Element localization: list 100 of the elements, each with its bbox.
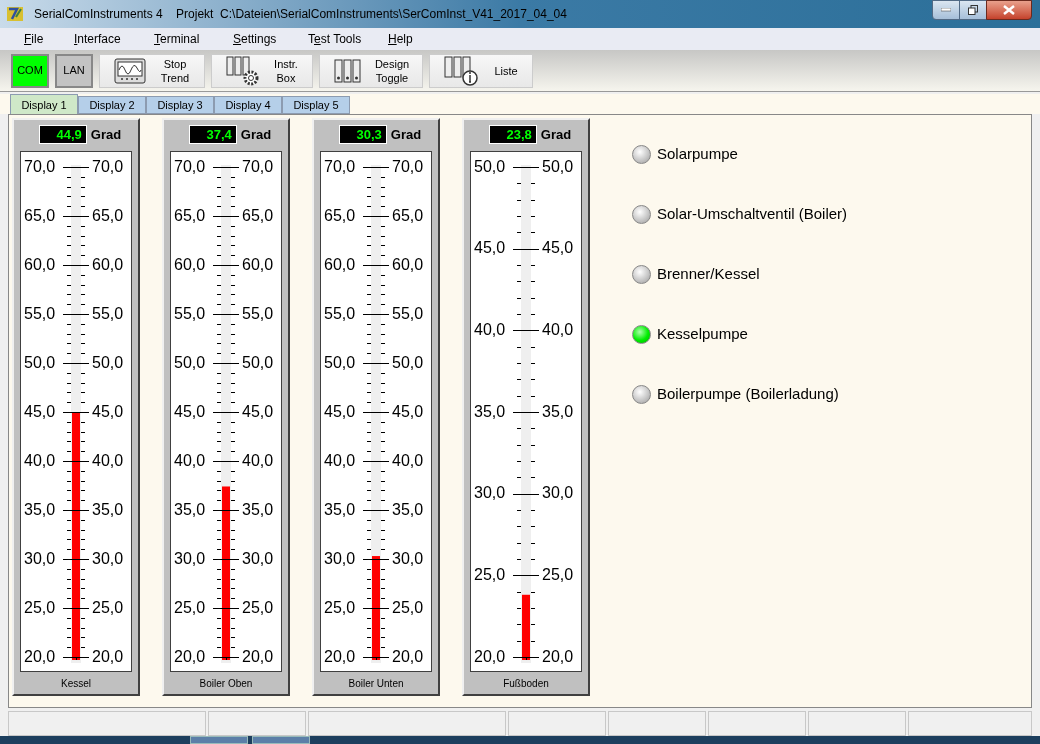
scale-label: 30,0 [242, 549, 274, 568]
scale-label: 60,0 [92, 255, 124, 274]
thermometer-name: Kessel [61, 676, 91, 691]
interface-toggle-button[interactable]: LAN [55, 53, 93, 88]
scale-label: 30,0 [174, 549, 206, 568]
toolbar-button[interactable]: Stop Trend [99, 53, 205, 88]
temperature-readout: 37,4 [188, 125, 237, 145]
thermometer-name: Fußboden [503, 676, 549, 691]
instruments-icon [334, 58, 362, 83]
scale-label: 35,0 [324, 500, 356, 519]
scale-label: 40,0 [324, 451, 356, 470]
scale-label: 50,0 [92, 353, 124, 372]
scale-label: 30,0 [92, 549, 124, 568]
toolbar-button[interactable]: Instr. Box [211, 53, 313, 88]
scale-label: 60,0 [174, 255, 206, 274]
scale-label: 35,0 [474, 402, 506, 421]
indicator-label: Solarpumpe [657, 143, 738, 164]
scale-label: 40,0 [392, 451, 424, 470]
scale-label: 50,0 [324, 353, 356, 372]
minimize-button[interactable] [932, 0, 960, 20]
indicator-label: Kesselpumpe [657, 323, 748, 344]
scale-label: 45,0 [174, 402, 206, 421]
tab[interactable]: Display 1 [10, 94, 78, 114]
instruments-info-icon [444, 55, 480, 86]
scale-label: 20,0 [242, 647, 274, 666]
indicator-label: Solar-Umschaltventil (Boiler) [657, 203, 848, 224]
scale-label: 30,0 [24, 549, 56, 568]
close-button[interactable] [986, 0, 1032, 20]
instruments-gear-icon [226, 55, 260, 86]
tab[interactable]: Display 3 [146, 96, 214, 114]
scale-label: 30,0 [392, 549, 424, 568]
scale-label: 35,0 [174, 500, 206, 519]
scale-label: 60,0 [242, 255, 274, 274]
scale-label: 45,0 [92, 402, 124, 421]
scale-label: 30,0 [324, 549, 356, 568]
unit-label: Grad [540, 126, 572, 144]
scale-label: 40,0 [542, 320, 574, 339]
temperature-readout: 44,9 [38, 125, 87, 145]
scale-label: 20,0 [174, 647, 206, 666]
scale-label: 25,0 [474, 565, 506, 584]
thermometer-name: Boiler Oben [199, 676, 253, 691]
scale-label: 65,0 [392, 206, 424, 225]
menu-item[interactable]: Terminal [154, 30, 233, 48]
scale-label: 55,0 [174, 304, 206, 323]
scale-label: 35,0 [392, 500, 424, 519]
tab[interactable]: Display 4 [214, 96, 282, 114]
tab[interactable]: Display 5 [282, 96, 350, 114]
scale-label: 60,0 [324, 255, 356, 274]
scale-label: 60,0 [392, 255, 424, 274]
scale-label: 40,0 [474, 320, 506, 339]
restore-icon [968, 5, 978, 15]
unit-label: Grad [240, 126, 272, 144]
scale-label: 25,0 [24, 598, 56, 617]
toolbar-button[interactable]: Design Toggle [319, 53, 423, 88]
scale-label: 35,0 [92, 500, 124, 519]
scale-label: 50,0 [174, 353, 206, 372]
scale-label: 65,0 [24, 206, 56, 225]
menu-item[interactable]: Settings [233, 30, 308, 48]
toolbar-button[interactable]: Liste [429, 53, 533, 88]
scale-label: 20,0 [24, 647, 56, 666]
menu-item[interactable]: File [24, 30, 74, 48]
scale-label: 55,0 [392, 304, 424, 323]
menu-item[interactable]: Test Tools [308, 30, 388, 48]
tab[interactable]: Display 2 [78, 96, 146, 114]
scale-label: 20,0 [92, 647, 124, 666]
scale-label: 70,0 [24, 157, 56, 176]
minimize-icon [941, 8, 951, 12]
scale-label: 20,0 [324, 647, 356, 666]
scale-label: 45,0 [324, 402, 356, 421]
scale-label: 70,0 [242, 157, 274, 176]
interface-toggle-button[interactable]: COM [11, 53, 49, 88]
scale-label: 25,0 [242, 598, 274, 617]
scale-label: 40,0 [242, 451, 274, 470]
scale-label: 20,0 [542, 647, 574, 666]
scale-label: 65,0 [92, 206, 124, 225]
scale-label: 55,0 [324, 304, 356, 323]
scale-label: 30,0 [542, 484, 574, 503]
indicator-label: Boilerpumpe (Boilerladung) [657, 383, 839, 404]
scale-label: 50,0 [24, 353, 56, 372]
temperature-readout: 30,3 [338, 125, 387, 145]
scale-label: 70,0 [324, 157, 356, 176]
scale-label: 45,0 [242, 402, 274, 421]
scale-label: 40,0 [24, 451, 56, 470]
window-title: SerialComInstruments 4 Projekt C:\Dateien\SerialComInstruments\SerComInst_V41_2017_04_04 [34, 6, 567, 23]
oscilloscope-icon [114, 57, 146, 84]
scale-label: 35,0 [242, 500, 274, 519]
scale-label: 25,0 [92, 598, 124, 617]
menu-item[interactable]: Help [388, 30, 448, 48]
scale-label: 50,0 [242, 353, 274, 372]
scale-label: 65,0 [324, 206, 356, 225]
restore-button[interactable] [960, 0, 986, 20]
scale-label: 40,0 [92, 451, 124, 470]
menu-item[interactable]: Interface [74, 30, 154, 48]
scale-label: 65,0 [174, 206, 206, 225]
scale-label: 55,0 [242, 304, 274, 323]
scale-label: 65,0 [242, 206, 274, 225]
scale-label: 25,0 [542, 565, 574, 584]
scale-label: 30,0 [474, 484, 506, 503]
scale-label: 40,0 [174, 451, 206, 470]
close-icon [1003, 5, 1015, 15]
